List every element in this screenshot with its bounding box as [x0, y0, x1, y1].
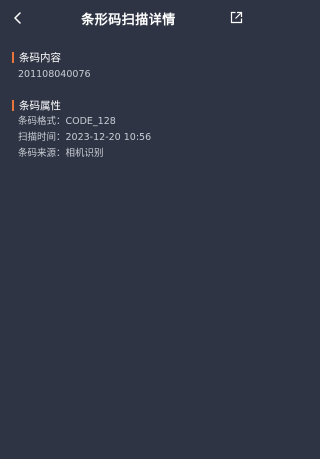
accent-bar	[12, 51, 14, 63]
section-title-content: 条码内容	[19, 51, 61, 64]
page-title: 条形码扫描详情	[81, 13, 176, 28]
attribute-source: 条码来源：相机识别	[18, 148, 104, 159]
section-header: 条码内容	[12, 50, 91, 64]
accent-bar	[12, 99, 14, 111]
section-header: 条码属性	[12, 98, 151, 112]
section-title-attributes: 条码属性	[19, 99, 61, 112]
barcode-attributes-section: 条码属性 条码格式：CODE_128 扫描时间：2023-12-20 10:56…	[12, 98, 151, 162]
attribute-format: 条码格式：CODE_128	[18, 116, 116, 127]
share-button[interactable]	[230, 11, 243, 24]
share-icon	[230, 11, 243, 24]
top-bar: 条形码扫描详情	[0, 0, 257, 36]
barcode-value: 201108040076	[18, 69, 91, 80]
attribute-scan-time: 扫描时间：2023-12-20 10:56	[18, 132, 152, 143]
barcode-content-section: 条码内容 201108040076	[12, 50, 91, 83]
